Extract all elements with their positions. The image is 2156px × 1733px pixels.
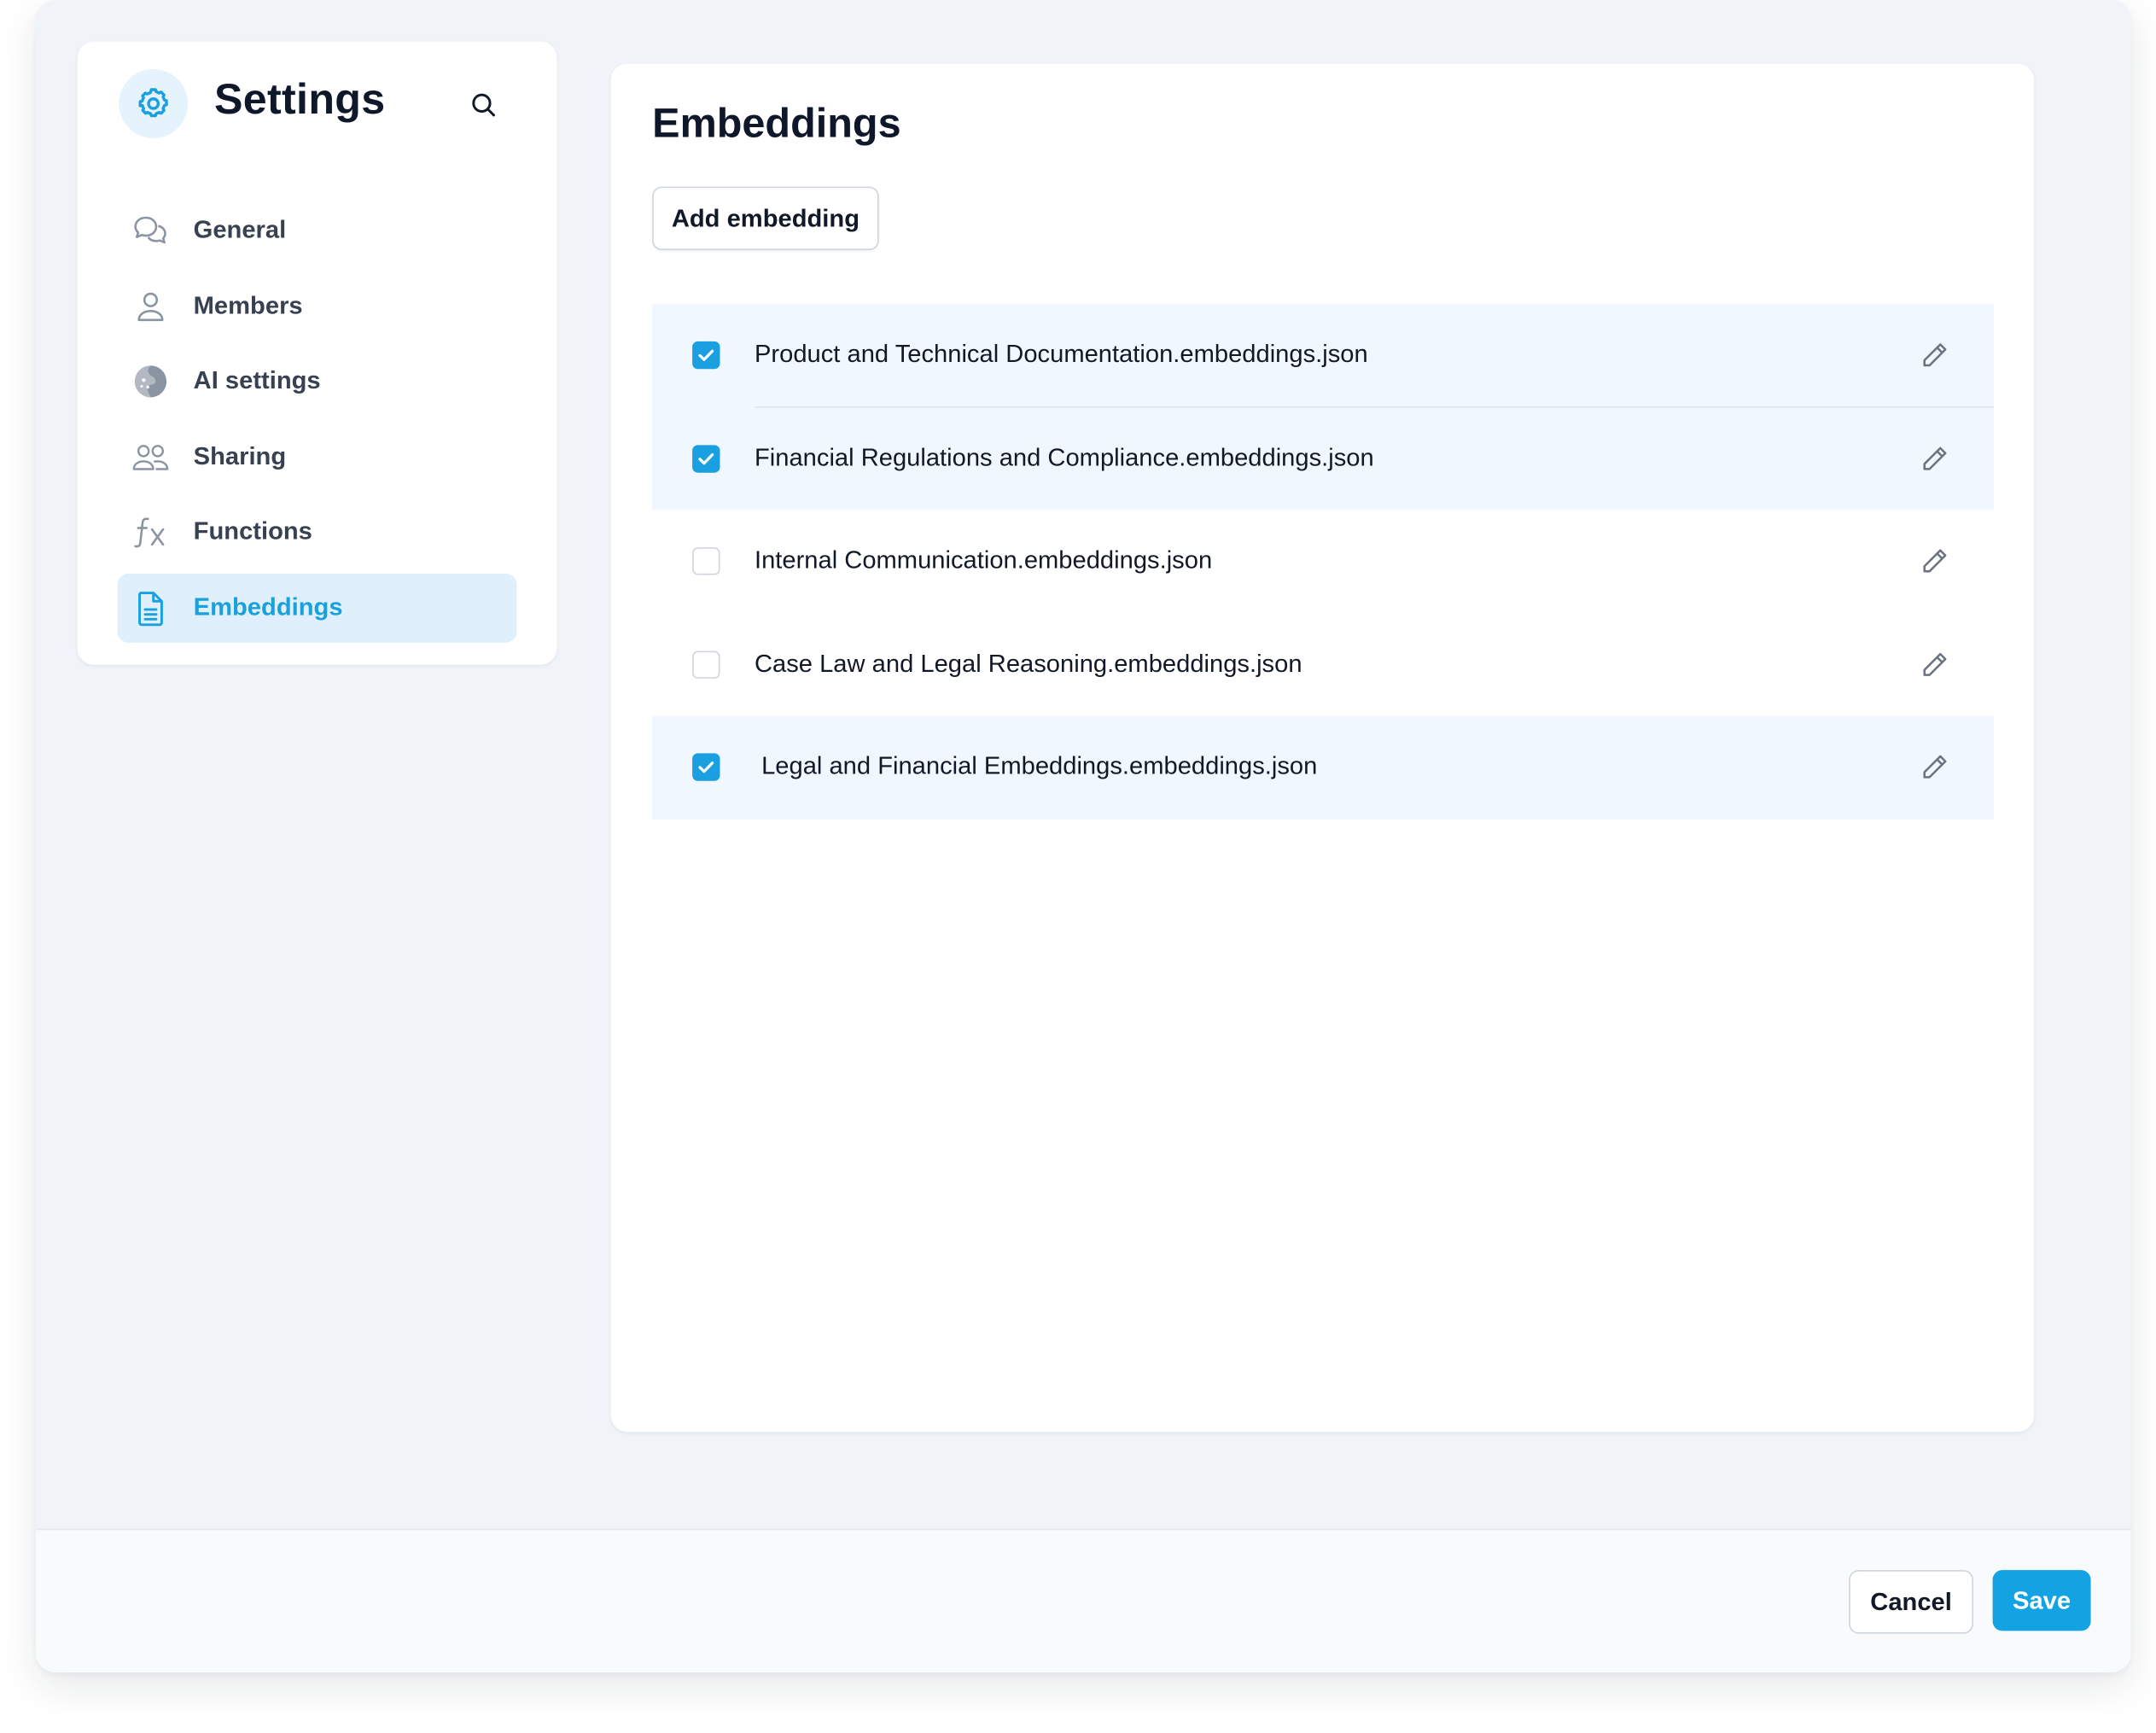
- cancel-button[interactable]: Cancel: [1849, 1570, 1973, 1634]
- page-title: Embeddings: [652, 101, 901, 147]
- add-embedding-button[interactable]: Add embedding: [652, 186, 879, 251]
- checkbox-checked[interactable]: [692, 444, 720, 472]
- sidebar-item-ai-settings[interactable]: AI settings: [118, 347, 517, 417]
- sidebar: Settings General Members AI settings Sha…: [77, 41, 557, 665]
- ai-brain-icon: [131, 362, 170, 400]
- search-icon[interactable]: [464, 85, 503, 124]
- sidebar-item-label: General: [193, 215, 287, 243]
- checkbox-unchecked[interactable]: [692, 547, 720, 575]
- sidebar-header: Settings: [119, 68, 520, 138]
- sidebar-item-label: Members: [193, 290, 303, 319]
- list-item: Case Law and Legal Reasoning.embeddings.…: [652, 613, 1994, 716]
- embeddings-list: Product and Technical Documentation.embe…: [652, 304, 1995, 820]
- list-item: Product and Technical Documentation.embe…: [652, 304, 1995, 407]
- users-icon: [131, 438, 170, 476]
- pencil-icon[interactable]: [1917, 543, 1953, 579]
- embedding-name: Legal and Financial Embeddings.embedding…: [761, 751, 1318, 780]
- sidebar-item-label: Functions: [193, 517, 312, 546]
- sidebar-item-label: AI settings: [193, 366, 321, 394]
- embedding-name: Product and Technical Documentation.embe…: [754, 340, 1368, 368]
- checkbox-checked[interactable]: [692, 341, 720, 370]
- embeddings-panel: Embeddings Add embedding Product and Tec…: [610, 63, 2035, 1432]
- pencil-icon[interactable]: [1917, 749, 1953, 785]
- gear-icon: [119, 68, 189, 138]
- sidebar-item-label: Embeddings: [193, 592, 343, 621]
- pencil-icon[interactable]: [1917, 441, 1953, 476]
- sidebar-item-members[interactable]: Members: [118, 271, 517, 341]
- sidebar-item-functions[interactable]: Functions: [118, 498, 517, 567]
- chat-bubbles-icon: [131, 212, 170, 250]
- sidebar-item-sharing[interactable]: Sharing: [118, 423, 517, 492]
- document-icon: [131, 589, 170, 627]
- embedding-name: Case Law and Legal Reasoning.embeddings.…: [754, 649, 1302, 677]
- dialog-footer: Cancel Save: [36, 1528, 2131, 1672]
- user-icon: [131, 287, 170, 325]
- embedding-name: Internal Communication.embeddings.json: [754, 546, 1213, 574]
- embedding-name: Financial Regulations and Compliance.emb…: [754, 442, 1374, 471]
- pencil-icon[interactable]: [1917, 646, 1953, 682]
- save-button[interactable]: Save: [1992, 1570, 2091, 1631]
- sidebar-title: Settings: [213, 74, 386, 124]
- sidebar-item-embeddings[interactable]: Embeddings: [117, 573, 517, 643]
- list-item: Internal Communication.embeddings.json: [652, 510, 1994, 613]
- checkbox-checked[interactable]: [692, 753, 720, 781]
- list-item: Financial Regulations and Compliance.emb…: [652, 406, 1995, 511]
- pencil-icon[interactable]: [1917, 337, 1953, 373]
- settings-window: Settings General Members AI settings Sha…: [36, 0, 2131, 1672]
- sidebar-item-label: Sharing: [193, 441, 287, 470]
- function-fx-icon: [131, 513, 170, 551]
- checkbox-unchecked[interactable]: [692, 650, 720, 679]
- list-item: Legal and Financial Embeddings.embedding…: [652, 715, 1995, 820]
- sidebar-item-general[interactable]: General: [118, 196, 517, 265]
- sidebar-nav: General Members AI settings Sharing Func…: [117, 196, 517, 649]
